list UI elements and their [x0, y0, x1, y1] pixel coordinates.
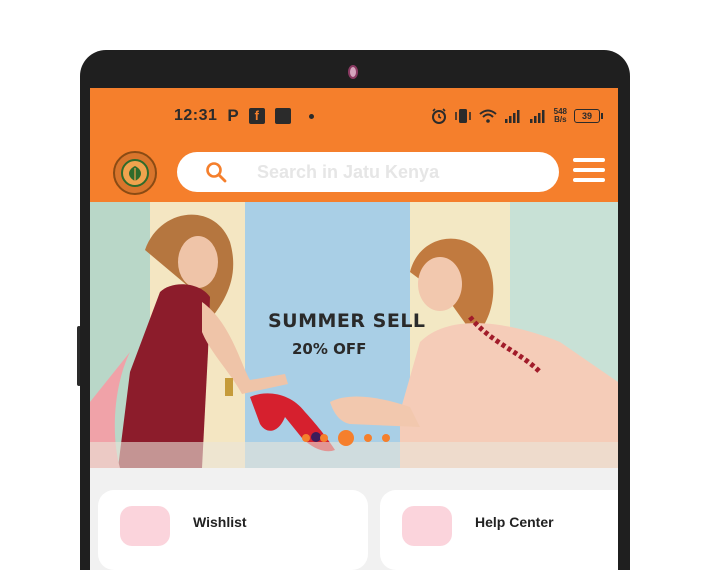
- banner-subtitle: 20% OFF: [292, 340, 367, 358]
- promo-banner[interactable]: SUMMER SELL 20% OFF: [90, 202, 618, 468]
- front-camera: [348, 65, 358, 79]
- wishlist-card[interactable]: Wishlist: [98, 490, 368, 570]
- pager-dot[interactable]: [302, 434, 310, 442]
- net-speed-unit: B/s: [554, 115, 567, 124]
- app-logo[interactable]: [113, 151, 157, 195]
- menu-bar-middle: [573, 168, 605, 172]
- status-left: 12:31 P f: [174, 106, 314, 126]
- more-notifications-icon: [308, 113, 314, 119]
- parking-icon: P: [227, 106, 239, 125]
- quick-links-area: Wishlist Help Center: [90, 468, 618, 570]
- signal-icon-2: [529, 110, 545, 123]
- status-right: 548 B/s 39: [431, 108, 603, 124]
- banner-title: SUMMER SELL: [268, 310, 426, 332]
- alarm-icon: [431, 108, 446, 124]
- help-center-label: Help Center: [475, 514, 554, 530]
- pager-dot[interactable]: [364, 434, 372, 442]
- logo-leaf-icon: [121, 159, 149, 187]
- help-center-icon: [402, 506, 452, 546]
- pager-dot[interactable]: [320, 434, 328, 442]
- banner-models-image: [90, 214, 618, 468]
- menu-bar-bottom: [573, 178, 605, 182]
- battery-icon: 39: [574, 109, 603, 123]
- search-placeholder: Search in Jatu Kenya: [257, 161, 440, 182]
- menu-bar-top: [573, 158, 605, 162]
- vibrate-icon: [454, 109, 471, 123]
- banner-pager: [302, 430, 390, 446]
- notification-square-icon: [274, 108, 291, 124]
- wifi-icon: [478, 109, 497, 123]
- net-speed: 548 B/s: [554, 108, 567, 124]
- app-header: Search in Jatu Kenya: [90, 144, 618, 202]
- phone-frame: 12:31 P f 548 B/s 39 Search in Jatu Keny…: [80, 50, 630, 570]
- facebook-icon: f: [248, 108, 265, 124]
- help-center-card[interactable]: Help Center: [380, 490, 618, 570]
- phone-screen: 12:31 P f 548 B/s 39 Search in Jatu Keny…: [90, 88, 618, 570]
- search-icon[interactable]: [205, 161, 227, 183]
- pager-dot-active[interactable]: [338, 430, 354, 446]
- signal-icon-1: [504, 110, 520, 123]
- status-bar: 12:31 P f 548 B/s 39: [90, 88, 618, 144]
- pager-dot[interactable]: [382, 434, 390, 442]
- search-input[interactable]: Search in Jatu Kenya: [177, 152, 559, 192]
- menu-icon[interactable]: [573, 158, 605, 184]
- wishlist-icon: [120, 506, 170, 546]
- status-time: 12:31: [174, 107, 218, 124]
- wishlist-label: Wishlist: [193, 514, 247, 530]
